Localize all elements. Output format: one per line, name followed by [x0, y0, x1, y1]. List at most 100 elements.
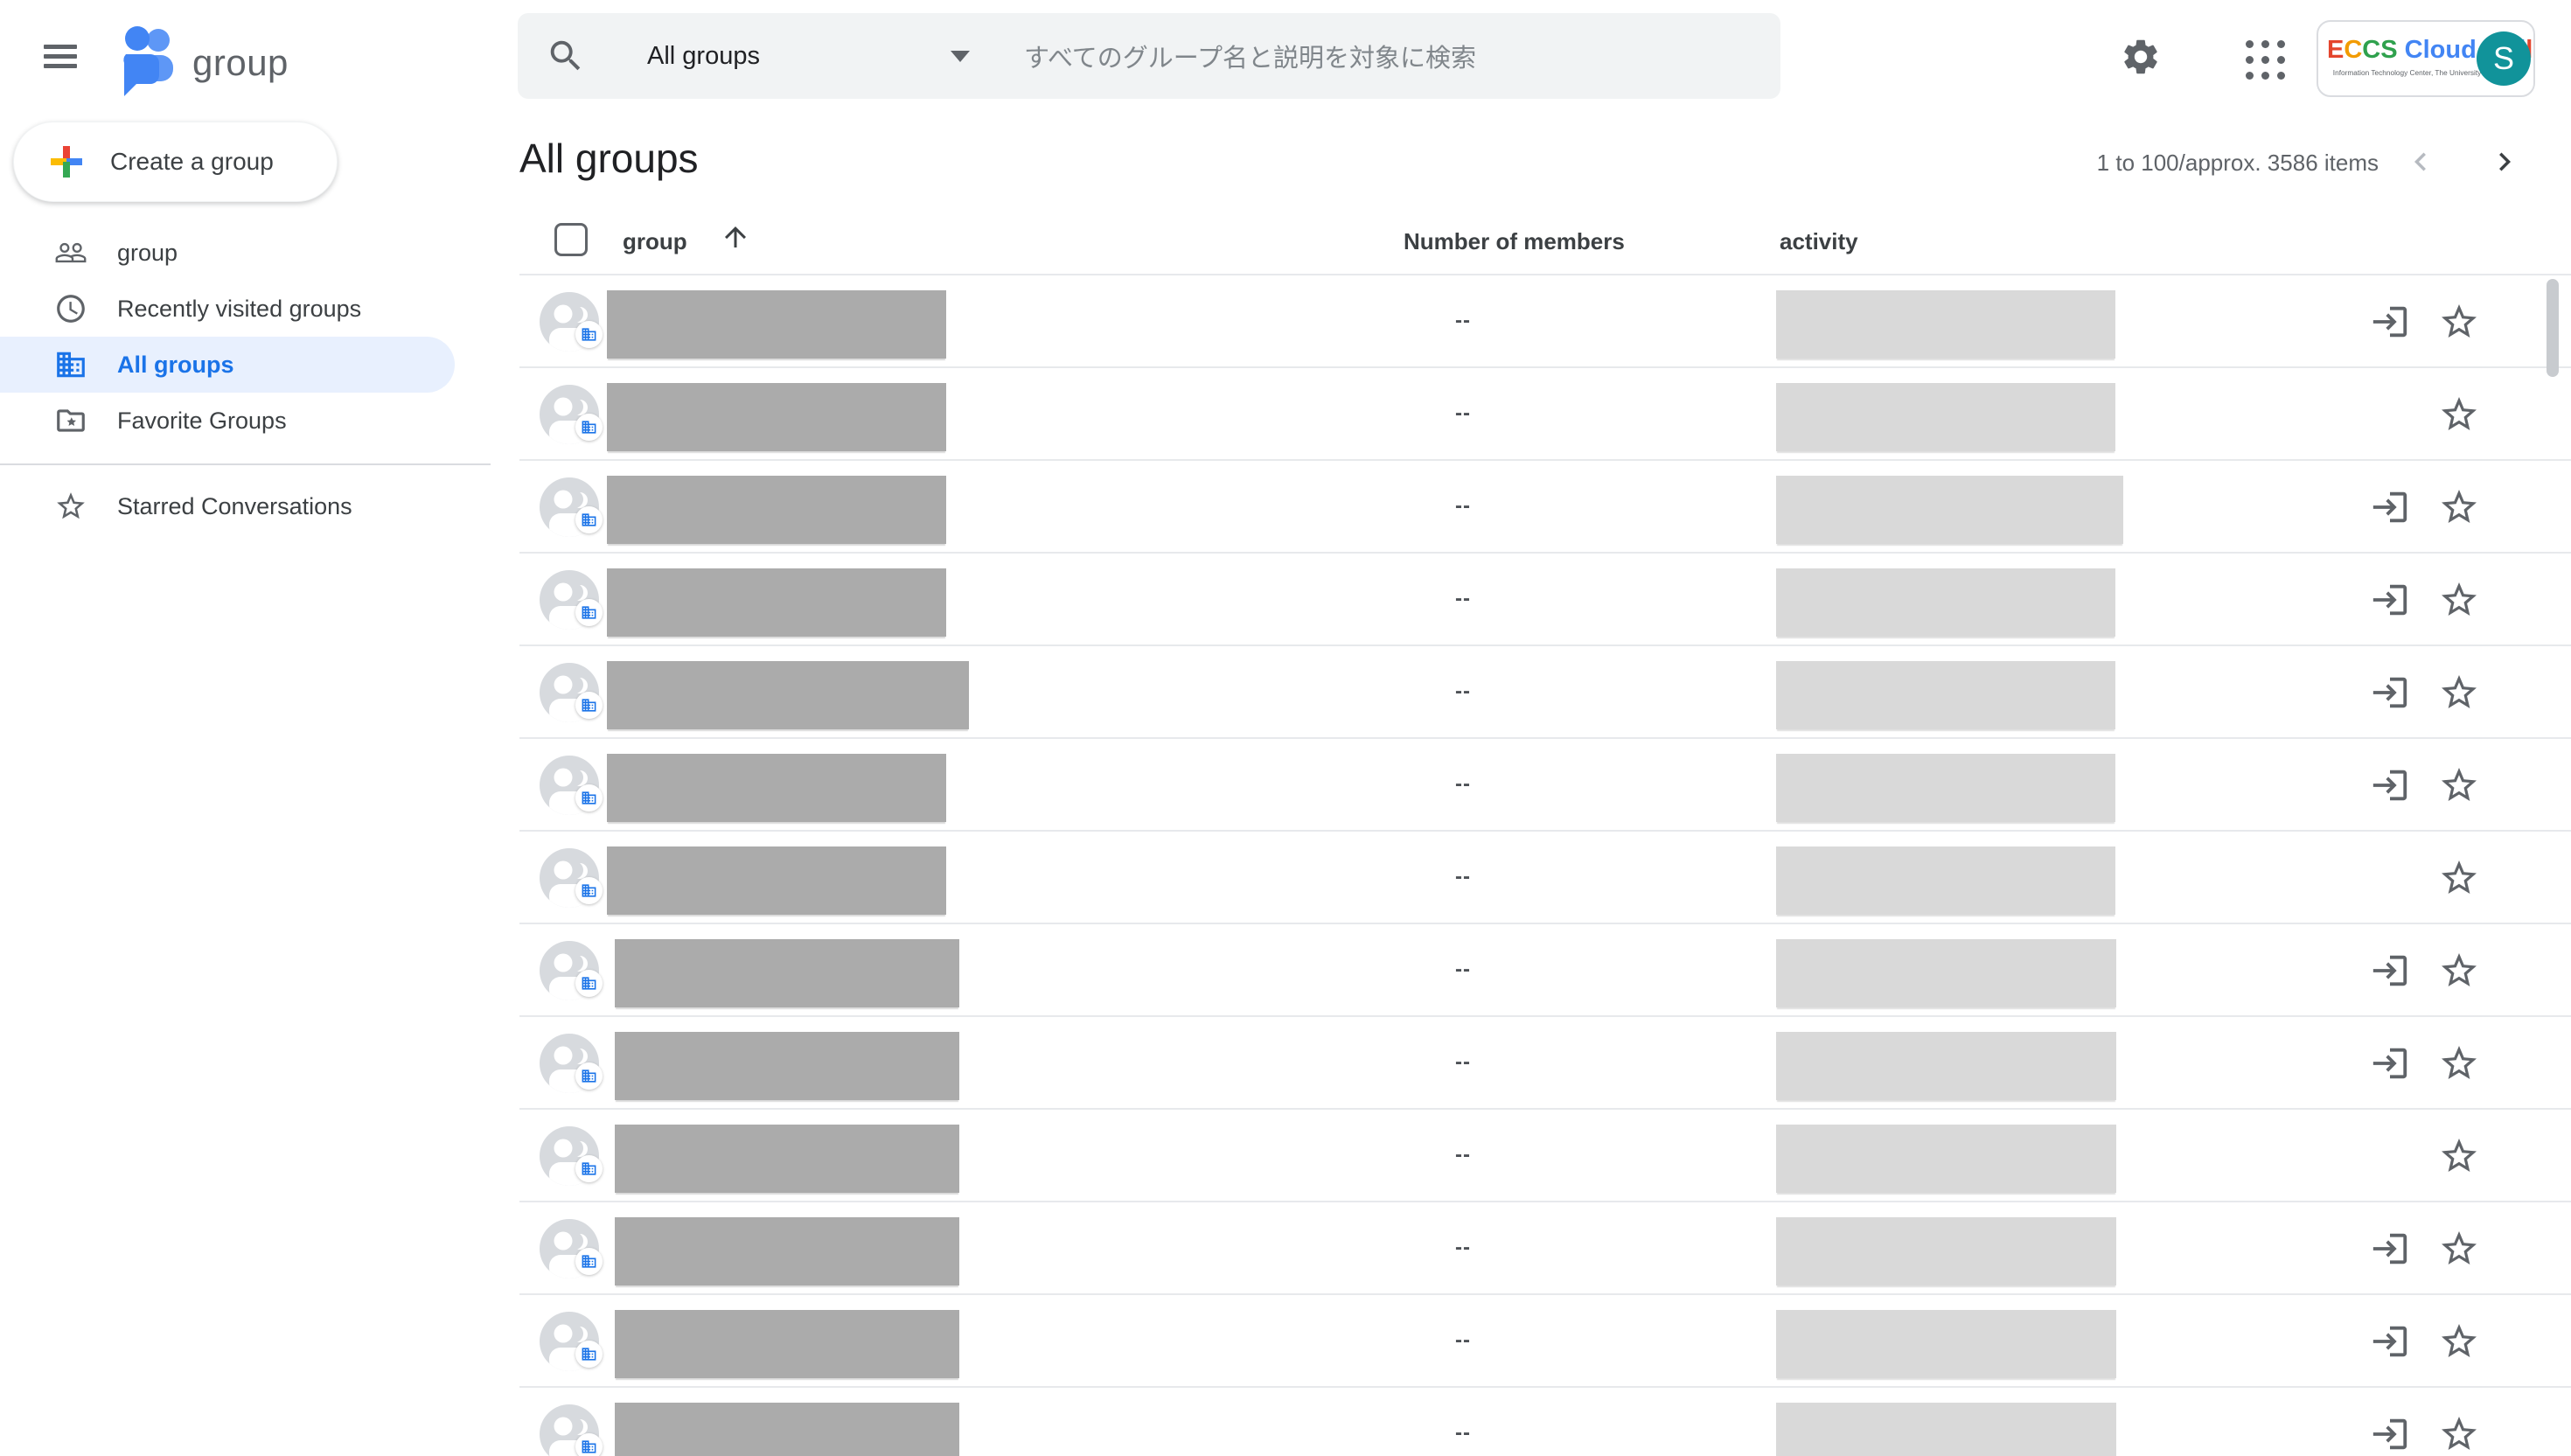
sidebar-item-all-groups[interactable]: All groups — [0, 337, 455, 393]
group-name-placeholder[interactable] — [607, 661, 969, 729]
google-plus-icon — [51, 146, 82, 178]
star-group-icon[interactable] — [2438, 301, 2480, 343]
organization-badge-icon — [575, 599, 603, 626]
join-group-icon[interactable] — [2370, 1414, 2410, 1454]
user-avatar[interactable]: S — [2477, 31, 2531, 86]
activity-placeholder — [1776, 476, 2123, 544]
hamburger-menu-icon[interactable] — [44, 35, 80, 77]
activity-placeholder — [1776, 754, 2115, 822]
account-card[interactable]: ECCS Cloud Mail Information Technology C… — [2317, 20, 2535, 97]
google-groups-app: group All groups すべてのグループ名と説明を対象に検索 — [0, 0, 2571, 1456]
vertical-scrollbar[interactable] — [2547, 279, 2559, 377]
building-icon — [54, 348, 87, 381]
join-group-icon[interactable] — [2370, 1229, 2410, 1269]
create-group-button[interactable]: Create a group — [13, 122, 338, 202]
join-group-icon[interactable] — [2370, 951, 2410, 991]
table-row[interactable]: -- — [519, 461, 2571, 554]
column-header-group[interactable]: group — [623, 228, 687, 255]
activity-placeholder — [1776, 1032, 2116, 1100]
chevron-down-icon[interactable] — [951, 51, 970, 62]
group-name-placeholder[interactable] — [615, 1125, 959, 1193]
sidebar-item-favorite-groups[interactable]: Favorite Groups — [0, 393, 455, 449]
main-content: All groups 1 to 100/approx. 3586 items — [519, 112, 2571, 1456]
member-count: -- — [1443, 368, 1483, 459]
table-row[interactable]: -- — [519, 1388, 2571, 1456]
activity-placeholder — [1776, 1125, 2116, 1193]
star-group-icon[interactable] — [2438, 1413, 2480, 1455]
apps-grid-icon[interactable] — [2246, 37, 2291, 82]
star-group-icon[interactable] — [2438, 1320, 2480, 1362]
column-header-activity: activity — [1780, 228, 1858, 255]
group-name-placeholder[interactable] — [607, 290, 946, 359]
group-name-placeholder[interactable] — [607, 568, 946, 637]
organization-badge-icon — [575, 506, 603, 533]
star-group-icon[interactable] — [2438, 950, 2480, 992]
star-group-icon[interactable] — [2438, 764, 2480, 806]
activity-placeholder — [1776, 383, 2115, 451]
member-count: -- — [1443, 554, 1483, 644]
sidebar-item-starred-conversations[interactable]: Starred Conversations — [0, 478, 455, 534]
group-name-placeholder[interactable] — [615, 1310, 959, 1378]
table-row[interactable]: -- — [519, 1017, 2571, 1110]
table-row[interactable]: -- — [519, 554, 2571, 646]
groups-logo[interactable]: group — [119, 23, 289, 102]
sidebar-item-group[interactable]: group — [0, 225, 455, 281]
select-all-checkbox[interactable] — [554, 223, 588, 256]
star-group-icon[interactable] — [2438, 1135, 2480, 1177]
table-row[interactable]: -- — [519, 924, 2571, 1017]
star-group-icon[interactable] — [2438, 857, 2480, 899]
join-group-icon[interactable] — [2370, 1043, 2410, 1083]
star-group-icon[interactable] — [2438, 1228, 2480, 1270]
table-row[interactable]: -- — [519, 275, 2571, 368]
page-next-icon[interactable] — [2485, 143, 2524, 182]
search-input[interactable]: すべてのグループ名と説明を対象に検索 — [1024, 38, 1476, 74]
table-row[interactable]: -- — [519, 1295, 2571, 1388]
organization-badge-icon — [575, 321, 603, 348]
star-group-icon[interactable] — [2438, 394, 2480, 435]
join-group-icon[interactable] — [2370, 672, 2410, 713]
table-row[interactable]: -- — [519, 832, 2571, 924]
logo-product-name: group — [192, 42, 289, 84]
star-group-icon[interactable] — [2438, 1042, 2480, 1084]
search-scope-dropdown[interactable]: All groups — [647, 42, 760, 71]
organization-badge-icon — [575, 970, 603, 997]
search-icon[interactable] — [546, 36, 586, 76]
group-name-placeholder[interactable] — [615, 1032, 959, 1100]
group-table-rows: -- — [519, 275, 2571, 1456]
activity-placeholder — [1776, 290, 2115, 359]
eccs-cloud-mail-logo: ECCS Cloud Mail Information Technology C… — [2327, 36, 2476, 77]
organization-badge-icon — [575, 1062, 603, 1090]
table-row[interactable]: -- — [519, 1202, 2571, 1295]
member-count: -- — [1443, 275, 1483, 366]
group-name-placeholder[interactable] — [615, 1217, 959, 1285]
groups-logo-icon — [119, 23, 175, 102]
page-previous-icon[interactable] — [2401, 143, 2440, 182]
join-group-icon[interactable] — [2370, 302, 2410, 342]
group-name-placeholder[interactable] — [607, 383, 946, 451]
table-row[interactable]: -- — [519, 1110, 2571, 1202]
sidebar-divider — [0, 463, 491, 465]
sidebar: Create a group group — [0, 112, 519, 1456]
member-count: -- — [1443, 1017, 1483, 1108]
group-name-placeholder[interactable] — [607, 476, 946, 544]
group-name-placeholder[interactable] — [615, 1403, 959, 1456]
group-name-placeholder[interactable] — [607, 846, 946, 915]
sidebar-item-recently-visited[interactable]: Recently visited groups — [0, 281, 455, 337]
group-name-placeholder[interactable] — [615, 939, 959, 1007]
star-group-icon[interactable] — [2438, 579, 2480, 621]
group-avatar — [540, 756, 599, 815]
star-group-icon[interactable] — [2438, 486, 2480, 528]
join-group-icon[interactable] — [2370, 487, 2410, 527]
join-group-icon[interactable] — [2370, 1321, 2410, 1362]
group-name-placeholder[interactable] — [607, 754, 946, 822]
table-row[interactable]: -- — [519, 368, 2571, 461]
search-bar[interactable]: All groups すべてのグループ名と説明を対象に検索 — [518, 13, 1780, 99]
table-row[interactable]: -- — [519, 646, 2571, 739]
join-group-icon[interactable] — [2370, 765, 2410, 805]
sort-ascending-icon[interactable] — [720, 221, 751, 253]
table-row[interactable]: -- — [519, 739, 2571, 832]
group-avatar — [540, 1126, 599, 1186]
join-group-icon[interactable] — [2370, 580, 2410, 620]
star-group-icon[interactable] — [2438, 672, 2480, 714]
settings-gear-icon[interactable] — [2118, 35, 2163, 80]
